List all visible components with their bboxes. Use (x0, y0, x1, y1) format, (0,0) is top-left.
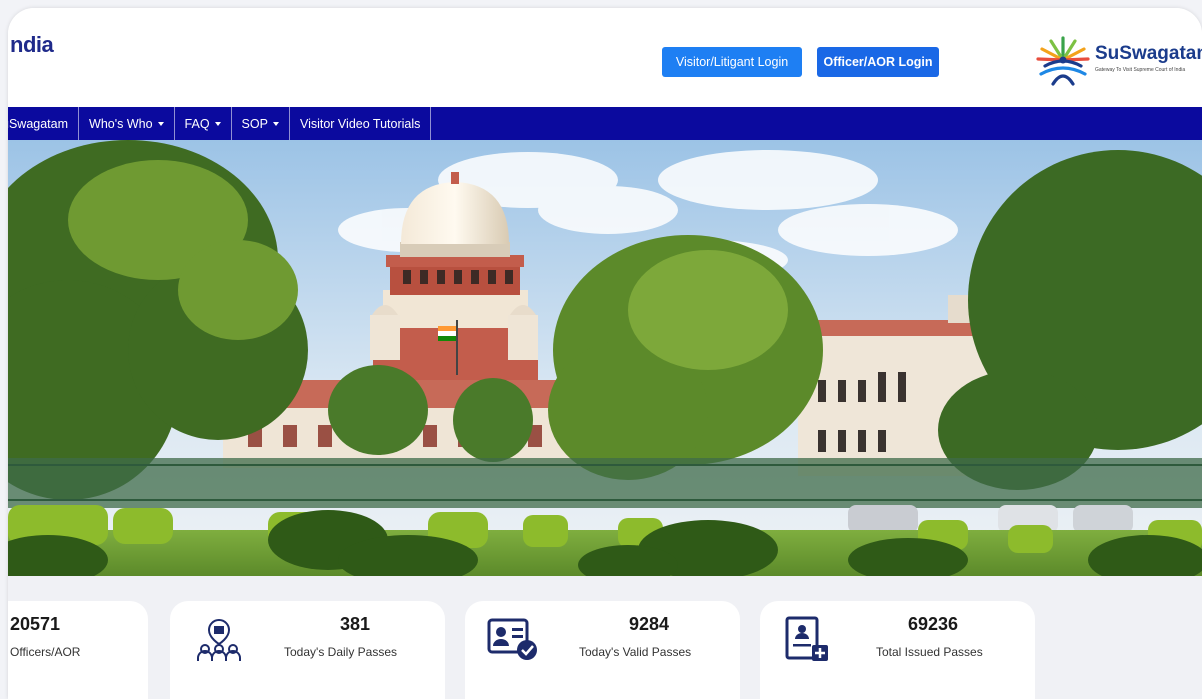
stat-card-daily-passes: 381 Today's Daily Passes (170, 601, 445, 699)
stat-label: Today's Valid Passes (579, 645, 692, 659)
officer-aor-login-button[interactable]: Officer/AOR Login (817, 47, 939, 77)
nav-item-label: FAQ (184, 116, 210, 131)
caret-down-icon (214, 121, 221, 126)
nav-item-label: Visitor Video Tutorials (299, 116, 421, 131)
suswagatam-logo[interactable]: SuSwagatam Gateway To Visit Supreme Cour… (1033, 30, 1202, 90)
site-brand-text: ndia (10, 32, 54, 57)
nav-item-suswagatam[interactable]: uSwagatam (8, 107, 80, 140)
nav-item-whos-who[interactable]: Who's Who (79, 107, 175, 140)
issued-passes-icon (785, 616, 828, 661)
caret-down-icon (272, 121, 279, 126)
stat-card-issued-passes: 69236 Total Issued Passes (760, 601, 1035, 699)
stat-card-officers: 20571 Officers/AOR (8, 601, 148, 699)
stat-card-valid-passes: 9284 Today's Valid Passes (465, 601, 740, 699)
nav-item-sop[interactable]: SOP (232, 107, 290, 140)
nav-item-label: SOP (241, 116, 268, 131)
valid-passes-icon (487, 618, 537, 660)
nav-item-label: Who's Who (89, 116, 153, 131)
app-window: ndia Visitor/Litigant Login Officer/AOR … (8, 8, 1202, 699)
stat-label: Total Issued Passes (876, 645, 983, 659)
stat-value: 69236 (908, 614, 959, 634)
stat-label: Officers/AOR (10, 645, 81, 659)
daily-passes-icon (197, 618, 241, 661)
stat-label: Today's Daily Passes (284, 645, 398, 659)
nav-item-faq[interactable]: FAQ (175, 107, 232, 140)
visitor-litigant-login-button[interactable]: Visitor/Litigant Login (662, 47, 802, 77)
stat-value: 9284 (629, 614, 670, 634)
suswagatam-logo-icon (1036, 36, 1090, 86)
supreme-court-illustration (8, 140, 1202, 576)
stat-value: 381 (340, 614, 371, 634)
nav-item-visitor-video-tutorials[interactable]: Visitor Video Tutorials (290, 107, 432, 140)
caret-down-icon (157, 121, 164, 126)
main-nav: uSwagatam Who's Who FAQ SOP Visitor Vide… (8, 107, 1202, 140)
stats-section: 20571 Officers/AOR 381 Today's Daily Pas… (8, 576, 1202, 699)
nav-item-label: uSwagatam (8, 116, 69, 131)
logo-tagline: Gateway To Visit Supreme Court of India (1095, 67, 1186, 73)
stat-value: 20571 (10, 614, 61, 634)
logo-name: SuSwagatam (1095, 43, 1202, 64)
site-header: ndia Visitor/Litigant Login Officer/AOR … (8, 8, 1202, 108)
hero-banner-image (8, 140, 1202, 576)
